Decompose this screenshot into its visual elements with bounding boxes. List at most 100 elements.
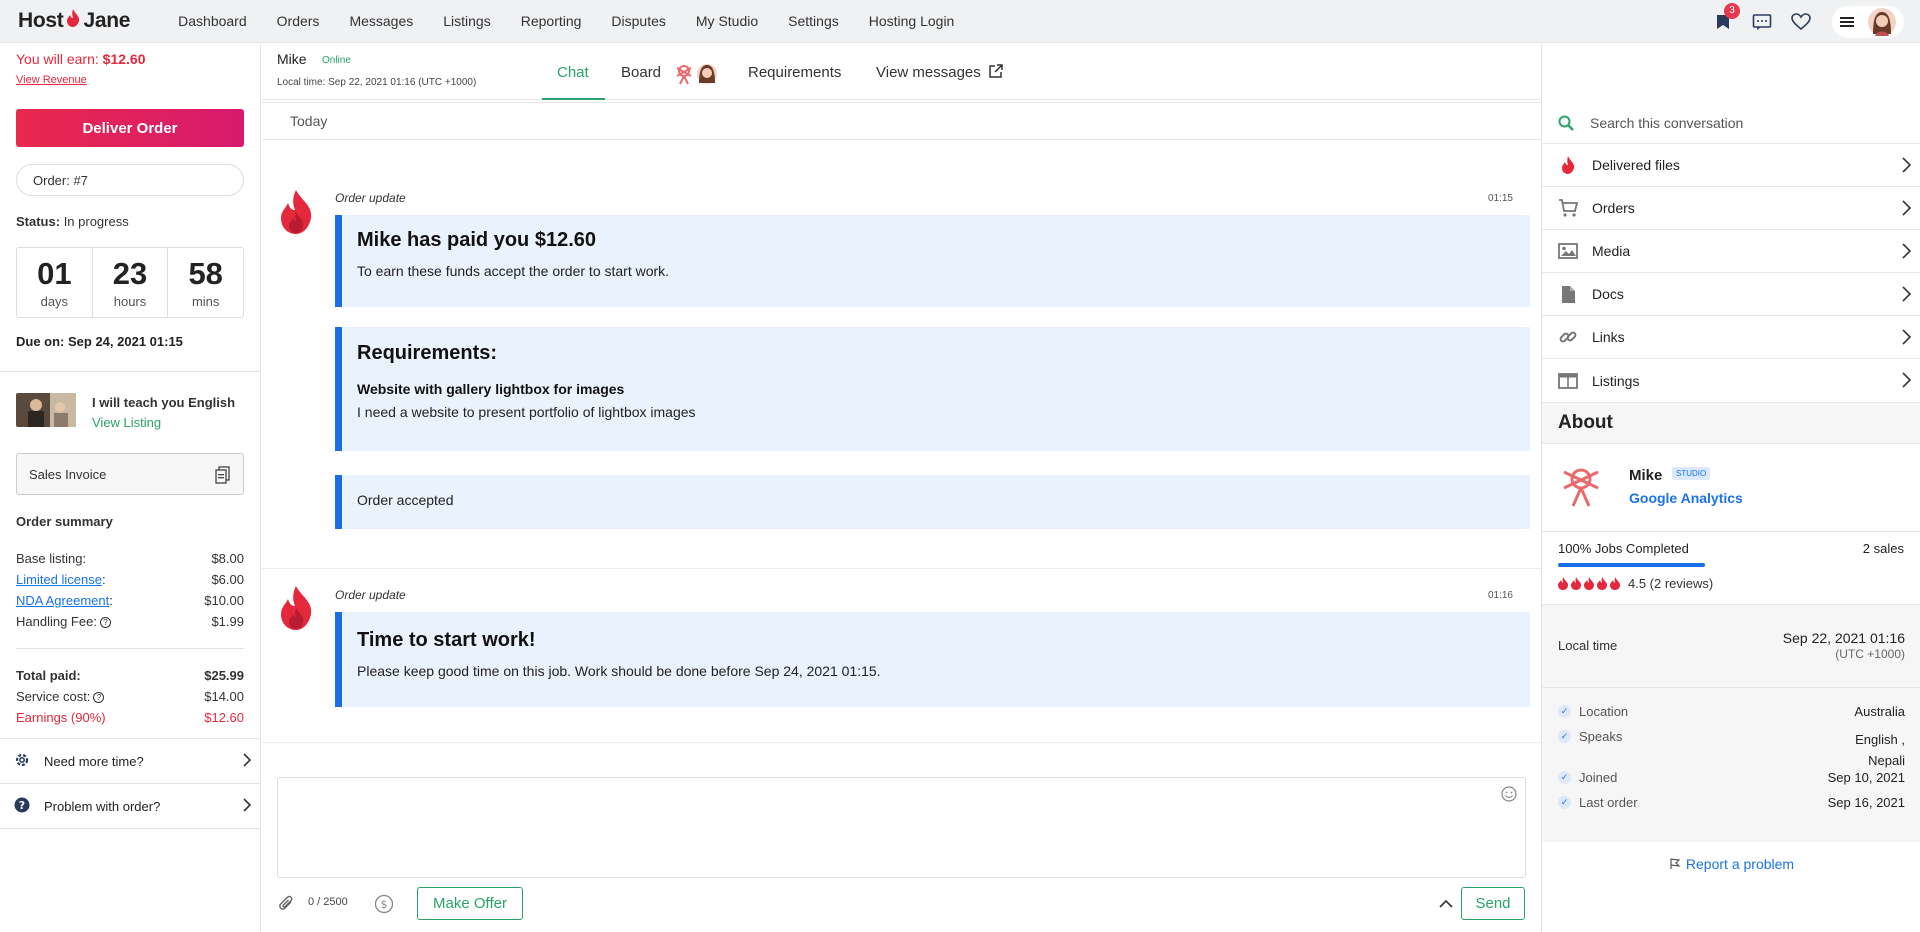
message-time: 01:15 (1487, 193, 1513, 204)
speaks-value: English , (1855, 732, 1905, 747)
contact-name[interactable]: Mike (277, 51, 307, 67)
panel-item-listings[interactable]: Listings (1542, 358, 1920, 402)
panel-item-delivered-files[interactable]: Delivered files (1542, 143, 1920, 186)
start-work-text: Please keep good time on this job. Work … (357, 663, 881, 679)
nav-my-studio[interactable]: My Studio (696, 13, 758, 29)
check-icon: ✓ (1558, 771, 1571, 784)
logo[interactable]: Host Jane (18, 9, 130, 33)
nav-dashboard[interactable]: Dashboard (178, 13, 247, 29)
nda-agreement-link[interactable]: NDA Agreement (16, 593, 109, 608)
panel-item-label: Delivered files (1592, 157, 1680, 173)
requirements-card: Requirements: Website with gallery light… (335, 327, 1530, 451)
attachment-icon[interactable] (279, 895, 295, 913)
location-row: ✓ Location Australia (1558, 704, 1905, 719)
avatar (1868, 7, 1896, 36)
chevron-up-icon[interactable] (1439, 899, 1453, 909)
report-label: Report a problem (1685, 856, 1795, 872)
summary-handling: Handling Fee:? $1.99 (16, 614, 244, 629)
limited-license-link[interactable]: Limited license (16, 572, 102, 587)
panel-item-label: Orders (1592, 200, 1635, 216)
help-icon[interactable]: ? (99, 617, 111, 629)
heart-icon[interactable] (1790, 11, 1812, 33)
conversation-search[interactable]: Search this conversation (1542, 104, 1920, 142)
flag-icon (1670, 858, 1681, 869)
tab-board[interactable]: Board (621, 64, 661, 81)
chevron-right-icon (1902, 157, 1912, 176)
help-icon[interactable]: ? (93, 692, 105, 704)
summary-total: Total paid: $25.99 (16, 668, 244, 683)
countdown-days: 01 days (17, 248, 93, 317)
need-more-time-link[interactable]: Need more time? (0, 739, 261, 783)
problem-label: Problem with order? (44, 798, 161, 814)
studio-name-link[interactable]: Google Analytics (1629, 490, 1743, 506)
view-revenue-link[interactable]: View Revenue (16, 74, 87, 86)
view-listing-link[interactable]: View Listing (92, 415, 161, 430)
send-button[interactable]: Send (1461, 887, 1525, 920)
jobs-progress-fill (1558, 563, 1705, 567)
nav-disputes[interactable]: Disputes (611, 13, 665, 29)
nav-hosting-login[interactable]: Hosting Login (869, 13, 955, 29)
check-icon: ✓ (1558, 796, 1571, 809)
studio-badge: STUDIO (1672, 467, 1711, 480)
listing-title: I will teach you English (92, 395, 236, 410)
message-time: 01:16 (1487, 590, 1513, 601)
agent-name[interactable]: Mike (1629, 467, 1662, 484)
panel-item-docs[interactable]: Docs (1542, 272, 1920, 315)
problem-with-order-link[interactable]: ? Problem with order? (0, 784, 261, 828)
tab-requirements[interactable]: Requirements (748, 64, 841, 81)
studio-logo[interactable] (1558, 462, 1604, 508)
emoji-icon[interactable] (1501, 786, 1517, 805)
online-status: Online (322, 55, 351, 66)
svg-text:$: $ (381, 898, 388, 911)
rating-text: 4.5 (2 reviews) (1628, 576, 1714, 591)
payment-text: To earn these funds accept the order to … (357, 263, 670, 279)
chat-icon[interactable] (1751, 11, 1773, 33)
speaks-label: Speaks (1579, 729, 1623, 744)
message-label: Order update (335, 588, 406, 602)
nav-settings[interactable]: Settings (788, 13, 839, 29)
status-value: In progress (63, 214, 129, 229)
make-offer-button[interactable]: Make Offer (417, 887, 523, 920)
panel-item-orders[interactable]: Orders (1542, 186, 1920, 229)
summary-nda: NDA Agreement: $10.00 (16, 593, 244, 608)
chevron-right-icon (1902, 200, 1912, 219)
summary-label: Handling Fee: (16, 614, 97, 629)
need-more-time-label: Need more time? (44, 753, 144, 769)
composer-toolbar: 0 / 2500 $ Make Offer Send (262, 882, 1541, 932)
logo-text-jane: Jane (83, 9, 131, 32)
order-summary-heading: Order summary (16, 514, 113, 529)
question-icon: ? (14, 797, 30, 816)
tab-chat[interactable]: Chat (557, 64, 589, 81)
countdown-unit: days (40, 293, 69, 309)
location-label: Location (1579, 704, 1629, 719)
panel-item-label: Links (1592, 329, 1625, 345)
listing-thumbnail[interactable] (16, 393, 76, 427)
report-problem-link[interactable]: Report a problem (1542, 856, 1920, 872)
summary-value: $12.60 (204, 710, 244, 725)
nav-reporting[interactable]: Reporting (521, 13, 582, 29)
countdown-hours: 23 hours (93, 248, 169, 317)
external-link-icon (989, 64, 1003, 78)
flame-avatar-icon (281, 586, 312, 630)
countdown-value: 58 (188, 255, 223, 291)
message-label: Order update (335, 191, 406, 205)
summary-label: Total paid: (16, 668, 81, 683)
countdown-value: 23 (112, 255, 148, 291)
panel-item-media[interactable]: Media (1542, 229, 1920, 272)
bell-icon[interactable]: 3 (1712, 2, 1740, 33)
deliver-order-button[interactable]: Deliver Order (16, 109, 244, 147)
summary-service: Service cost:? $14.00 (16, 689, 244, 704)
sales-invoice-button[interactable]: Sales Invoice (16, 453, 244, 495)
account-menu[interactable] (1832, 5, 1904, 38)
requirements-title: Requirements: (357, 342, 498, 364)
message-input[interactable] (277, 777, 1526, 878)
tab-view-messages[interactable]: View messages (876, 64, 1003, 81)
requirements-subtitle: Website with gallery lightbox for images (357, 381, 625, 397)
dollar-icon[interactable]: $ (374, 894, 394, 914)
jobs-progress-bar (1558, 563, 1705, 567)
nav-orders[interactable]: Orders (277, 13, 320, 29)
nav-listings[interactable]: Listings (443, 13, 490, 29)
countdown-value: 01 (37, 255, 72, 291)
nav-messages[interactable]: Messages (349, 13, 413, 29)
panel-item-links[interactable]: Links (1542, 315, 1920, 358)
